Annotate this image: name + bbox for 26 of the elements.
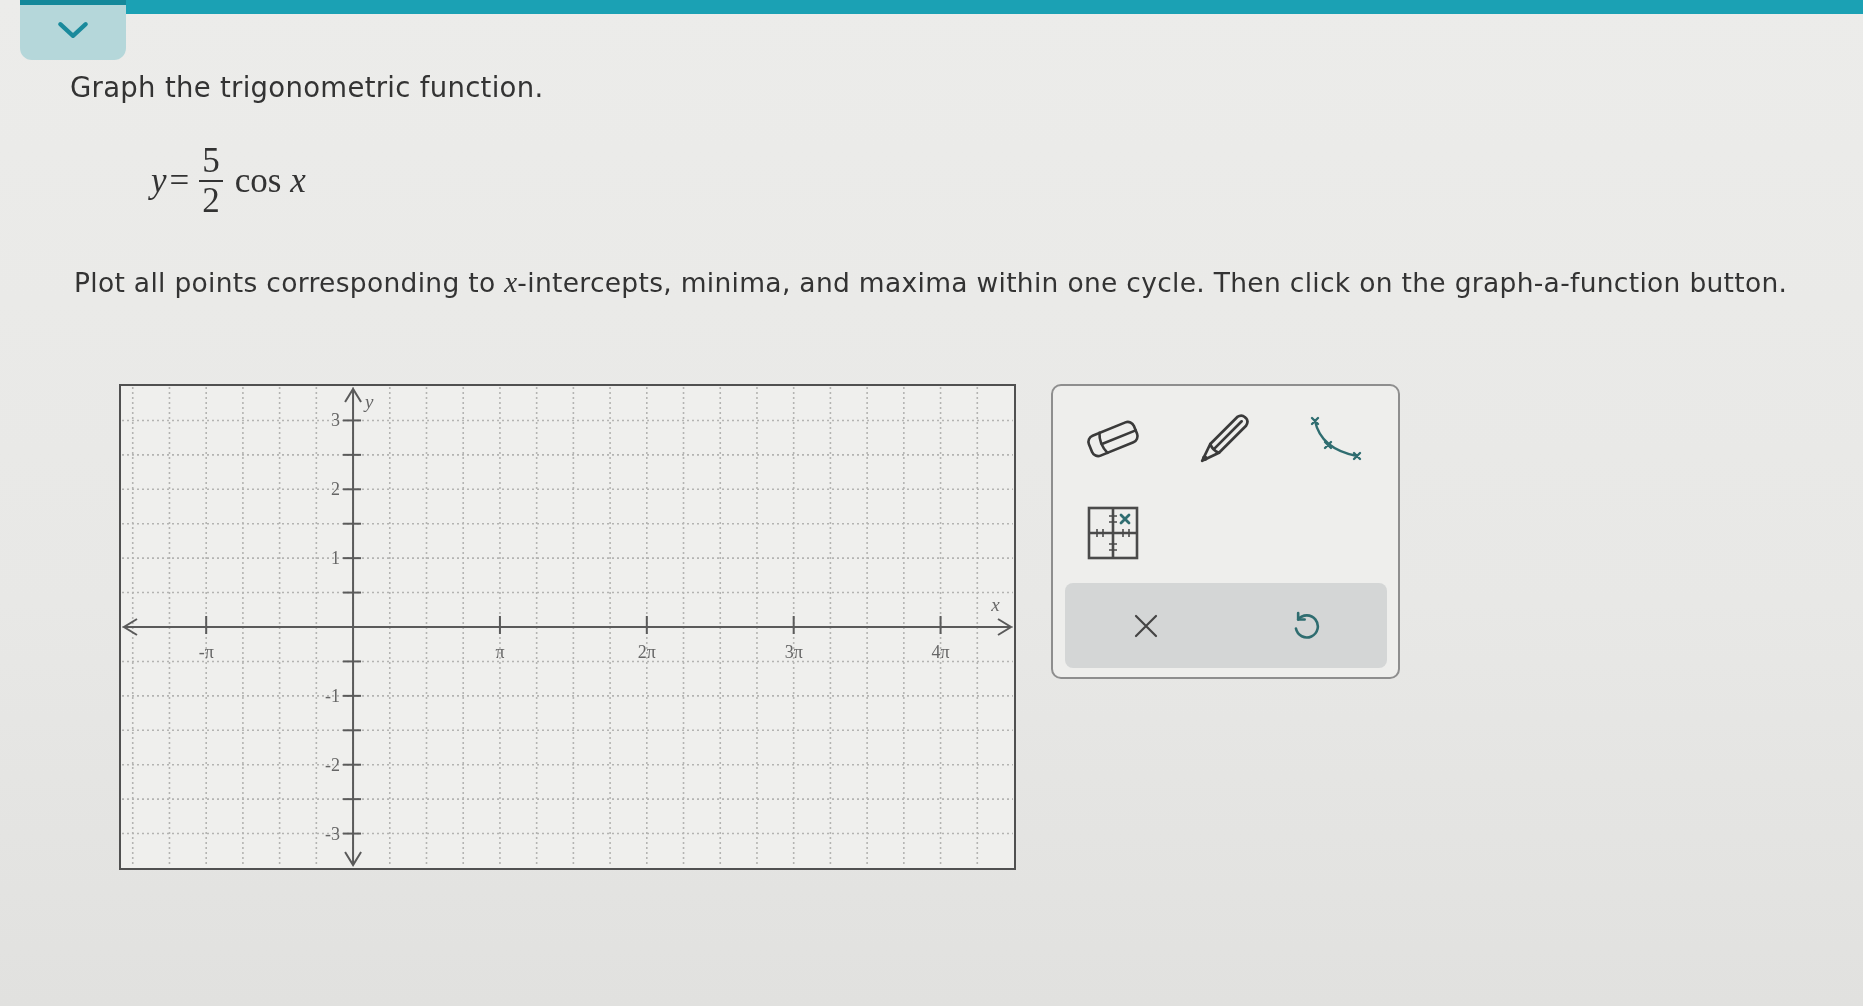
y-tick-label: -3: [325, 823, 341, 844]
y-tick-label: 3: [331, 410, 341, 431]
instruction-text: Plot all points corresponding to x-intercepts, minima, and maxima within one cycle. Then click on the graph-a-function button.: [74, 265, 1788, 300]
y-tick-label: -2: [325, 754, 341, 775]
undo-icon: [1293, 610, 1320, 641]
question-title: Graph the trigonometric function.: [70, 70, 544, 104]
y-tick-label: 2: [331, 479, 341, 500]
grid-point-icon: [1086, 506, 1139, 560]
x-tick-label: 2π: [637, 642, 656, 662]
fraction-numerator: 5: [199, 142, 223, 182]
chevron-down-icon: [57, 20, 89, 39]
equals-sign: =: [169, 161, 190, 201]
y-tick-label: -1: [325, 685, 341, 706]
x-tick-label: -π: [198, 642, 214, 662]
fraction-denominator: 2: [201, 182, 221, 220]
y-axis-label: y: [365, 391, 374, 412]
equation-term: cos x: [234, 161, 306, 201]
x-axis-label: x: [991, 594, 1000, 615]
coordinate-plane[interactable]: -π π 2π 3π 4π 3 2 1 -1 -2 -3 x y: [119, 384, 1016, 870]
x-tick-label: 4π: [931, 642, 950, 662]
eraser-icon: [1084, 418, 1141, 460]
y-tick-label: 1: [331, 548, 341, 569]
close-icon: [1133, 613, 1158, 638]
collapse-button[interactable]: [20, 0, 126, 60]
x-tick-label: 3π: [784, 642, 803, 662]
x-tick-label: π: [495, 642, 505, 662]
